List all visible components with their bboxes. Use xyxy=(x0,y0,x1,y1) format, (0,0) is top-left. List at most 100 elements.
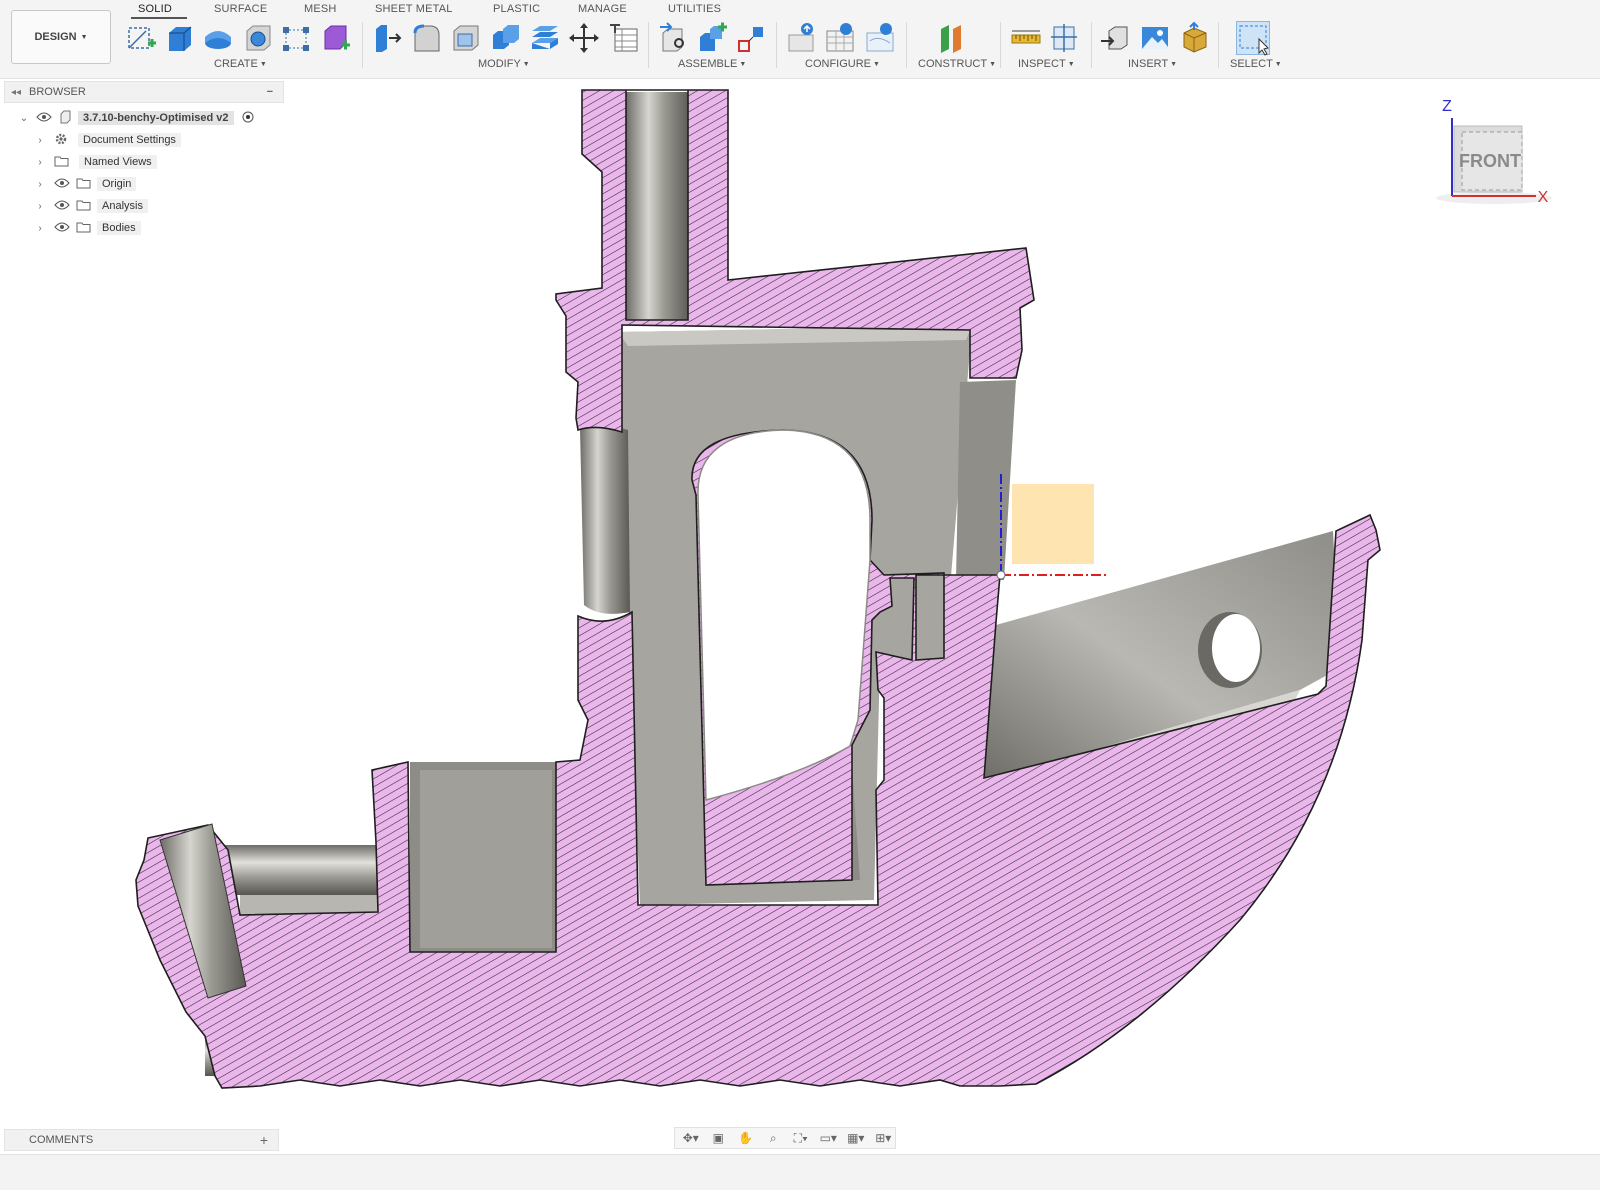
tab-plastic[interactable]: PLASTIC xyxy=(493,3,540,15)
activate-radio-icon[interactable] xyxy=(242,111,254,126)
tree-item-label[interactable]: Analysis xyxy=(97,199,148,213)
folder-icon xyxy=(76,221,91,236)
extrude-icon[interactable] xyxy=(162,21,196,55)
configuration-table-icon[interactable] xyxy=(824,21,858,55)
tree-item-bodies[interactable]: › Bodies xyxy=(34,219,141,237)
caret-down-icon: ▼ xyxy=(1274,61,1282,68)
select-icon[interactable] xyxy=(1236,21,1270,56)
x-axis-label: X xyxy=(1538,189,1549,206)
eye-icon[interactable] xyxy=(54,222,70,235)
assemble-menu[interactable]: ASSEMBLE ▼ xyxy=(678,58,746,70)
insert-mcmaster-icon[interactable] xyxy=(1178,21,1212,55)
tree-item-label[interactable]: Document Settings xyxy=(78,133,181,147)
tree-item-document-settings[interactable]: › Document Settings xyxy=(34,131,181,149)
chevron-right-icon[interactable]: › xyxy=(34,179,46,190)
combine-icon[interactable] xyxy=(489,21,523,55)
select-menu[interactable]: SELECT ▼ xyxy=(1230,58,1282,70)
tree-root[interactable]: ⌄ 3.7.10-benchy-Optimised v2 xyxy=(18,109,260,127)
tab-solid[interactable]: SOLID xyxy=(138,3,172,15)
chevron-right-icon[interactable]: › xyxy=(34,201,46,212)
parameters-icon[interactable] xyxy=(607,21,641,55)
divider xyxy=(776,22,777,68)
pattern-icon[interactable] xyxy=(279,21,313,55)
sketch-plane[interactable] xyxy=(1012,484,1094,564)
insert-canvas-icon[interactable] xyxy=(1138,21,1172,55)
insert-menu[interactable]: INSERT ▼ xyxy=(1128,58,1177,70)
chevron-right-icon[interactable]: › xyxy=(34,135,46,146)
comments-title: COMMENTS xyxy=(29,1134,94,1146)
tree-item-label[interactable]: Named Views xyxy=(79,155,157,169)
chevron-right-icon[interactable]: › xyxy=(34,157,46,168)
tree-item-label[interactable]: Origin xyxy=(97,177,137,191)
folder-icon xyxy=(76,177,91,192)
tree-item-named-views[interactable]: › Named Views xyxy=(34,153,157,171)
create-menu[interactable]: CREATE ▼ xyxy=(214,58,267,70)
tree-item-label[interactable]: Bodies xyxy=(97,221,141,235)
viewcube-face-label[interactable]: FRONT xyxy=(1459,151,1521,171)
display-settings-icon[interactable]: ▭▾ xyxy=(817,1129,841,1147)
create-sketch-icon[interactable] xyxy=(124,21,158,55)
collapse-panel-icon[interactable]: ◂◂ xyxy=(11,87,29,98)
shell-icon[interactable] xyxy=(449,21,483,55)
workspace-switcher-button[interactable]: DESIGN ▼ xyxy=(11,10,111,64)
tab-utilities[interactable]: UTILITIES xyxy=(668,3,721,15)
eye-icon[interactable] xyxy=(54,200,70,213)
move-icon[interactable] xyxy=(567,21,601,55)
new-component-icon[interactable] xyxy=(657,21,691,55)
joint-icon[interactable] xyxy=(696,21,730,55)
fillet-icon[interactable] xyxy=(410,21,444,55)
chevron-right-icon[interactable]: › xyxy=(34,223,46,234)
document-name[interactable]: 3.7.10-benchy-Optimised v2 xyxy=(78,111,234,125)
press-pull-icon[interactable] xyxy=(370,21,404,55)
pan-icon[interactable]: ✋ xyxy=(734,1129,758,1147)
hole-icon[interactable] xyxy=(241,21,275,55)
look-at-icon[interactable]: ▣ xyxy=(707,1129,731,1147)
caret-down-icon: ▼ xyxy=(873,61,880,68)
cabin-window-opening xyxy=(697,429,871,801)
origin-point[interactable] xyxy=(996,570,1006,580)
caret-down-icon: ▼ xyxy=(1170,61,1178,68)
inspect-label: INSPECT xyxy=(1018,58,1066,70)
divider xyxy=(906,22,907,68)
orbit-icon[interactable]: ✥▾ xyxy=(679,1129,703,1147)
add-comment-icon[interactable]: + xyxy=(260,1132,268,1148)
tab-manage[interactable]: MANAGE xyxy=(578,3,627,15)
document-icon xyxy=(58,110,72,127)
inspect-menu[interactable]: INSPECT ▼ xyxy=(1018,58,1075,70)
divider xyxy=(648,22,649,68)
tab-mesh[interactable]: MESH xyxy=(304,3,337,15)
tree-item-analysis[interactable]: › Analysis xyxy=(34,197,148,215)
split-body-icon[interactable] xyxy=(528,21,562,55)
tab-surface[interactable]: SURFACE xyxy=(214,3,267,15)
model-viewport[interactable] xyxy=(0,78,1600,1128)
eye-icon[interactable] xyxy=(36,112,52,125)
grid-icon[interactable]: ▦▾ xyxy=(844,1129,868,1147)
configure-menu[interactable]: CONFIGURE ▼ xyxy=(805,58,880,70)
insert-label: INSERT xyxy=(1128,58,1169,70)
comments-panel[interactable]: COMMENTS + xyxy=(4,1129,279,1151)
tab-sheet-metal[interactable]: SHEET METAL xyxy=(375,3,453,15)
section-analysis-icon[interactable] xyxy=(1048,21,1082,55)
fit-icon[interactable]: ⛶▾ xyxy=(789,1129,813,1147)
revolve-icon[interactable] xyxy=(201,21,235,55)
create-form-icon[interactable] xyxy=(319,21,353,55)
configure-design-icon[interactable] xyxy=(785,21,819,55)
viewports-icon[interactable]: ⊞▾ xyxy=(872,1129,896,1147)
zoom-icon[interactable]: ⌕ xyxy=(762,1129,786,1147)
insert-derive-icon[interactable] xyxy=(1099,21,1133,55)
hull-porthole xyxy=(1212,614,1260,682)
tree-item-origin[interactable]: › Origin xyxy=(34,175,137,193)
chevron-down-icon: ▼ xyxy=(80,33,88,41)
offset-plane-icon[interactable] xyxy=(935,21,969,55)
configuration-rules-icon[interactable] xyxy=(864,21,898,55)
construct-menu[interactable]: CONSTRUCT ▼ xyxy=(918,58,996,70)
chevron-down-icon[interactable]: ⌄ xyxy=(18,113,30,124)
toolbar: DESIGN ▼ SOLID SURFACE MESH SHEET METAL … xyxy=(0,0,1600,79)
eye-icon[interactable] xyxy=(54,178,70,191)
minimize-icon[interactable]: − xyxy=(267,86,273,98)
modify-menu[interactable]: MODIFY ▼ xyxy=(478,58,530,70)
configure-label: CONFIGURE xyxy=(805,58,871,70)
viewcube[interactable]: FRONT Z X xyxy=(1432,92,1562,212)
as-built-joint-icon[interactable] xyxy=(735,21,769,55)
measure-icon[interactable] xyxy=(1009,21,1043,55)
